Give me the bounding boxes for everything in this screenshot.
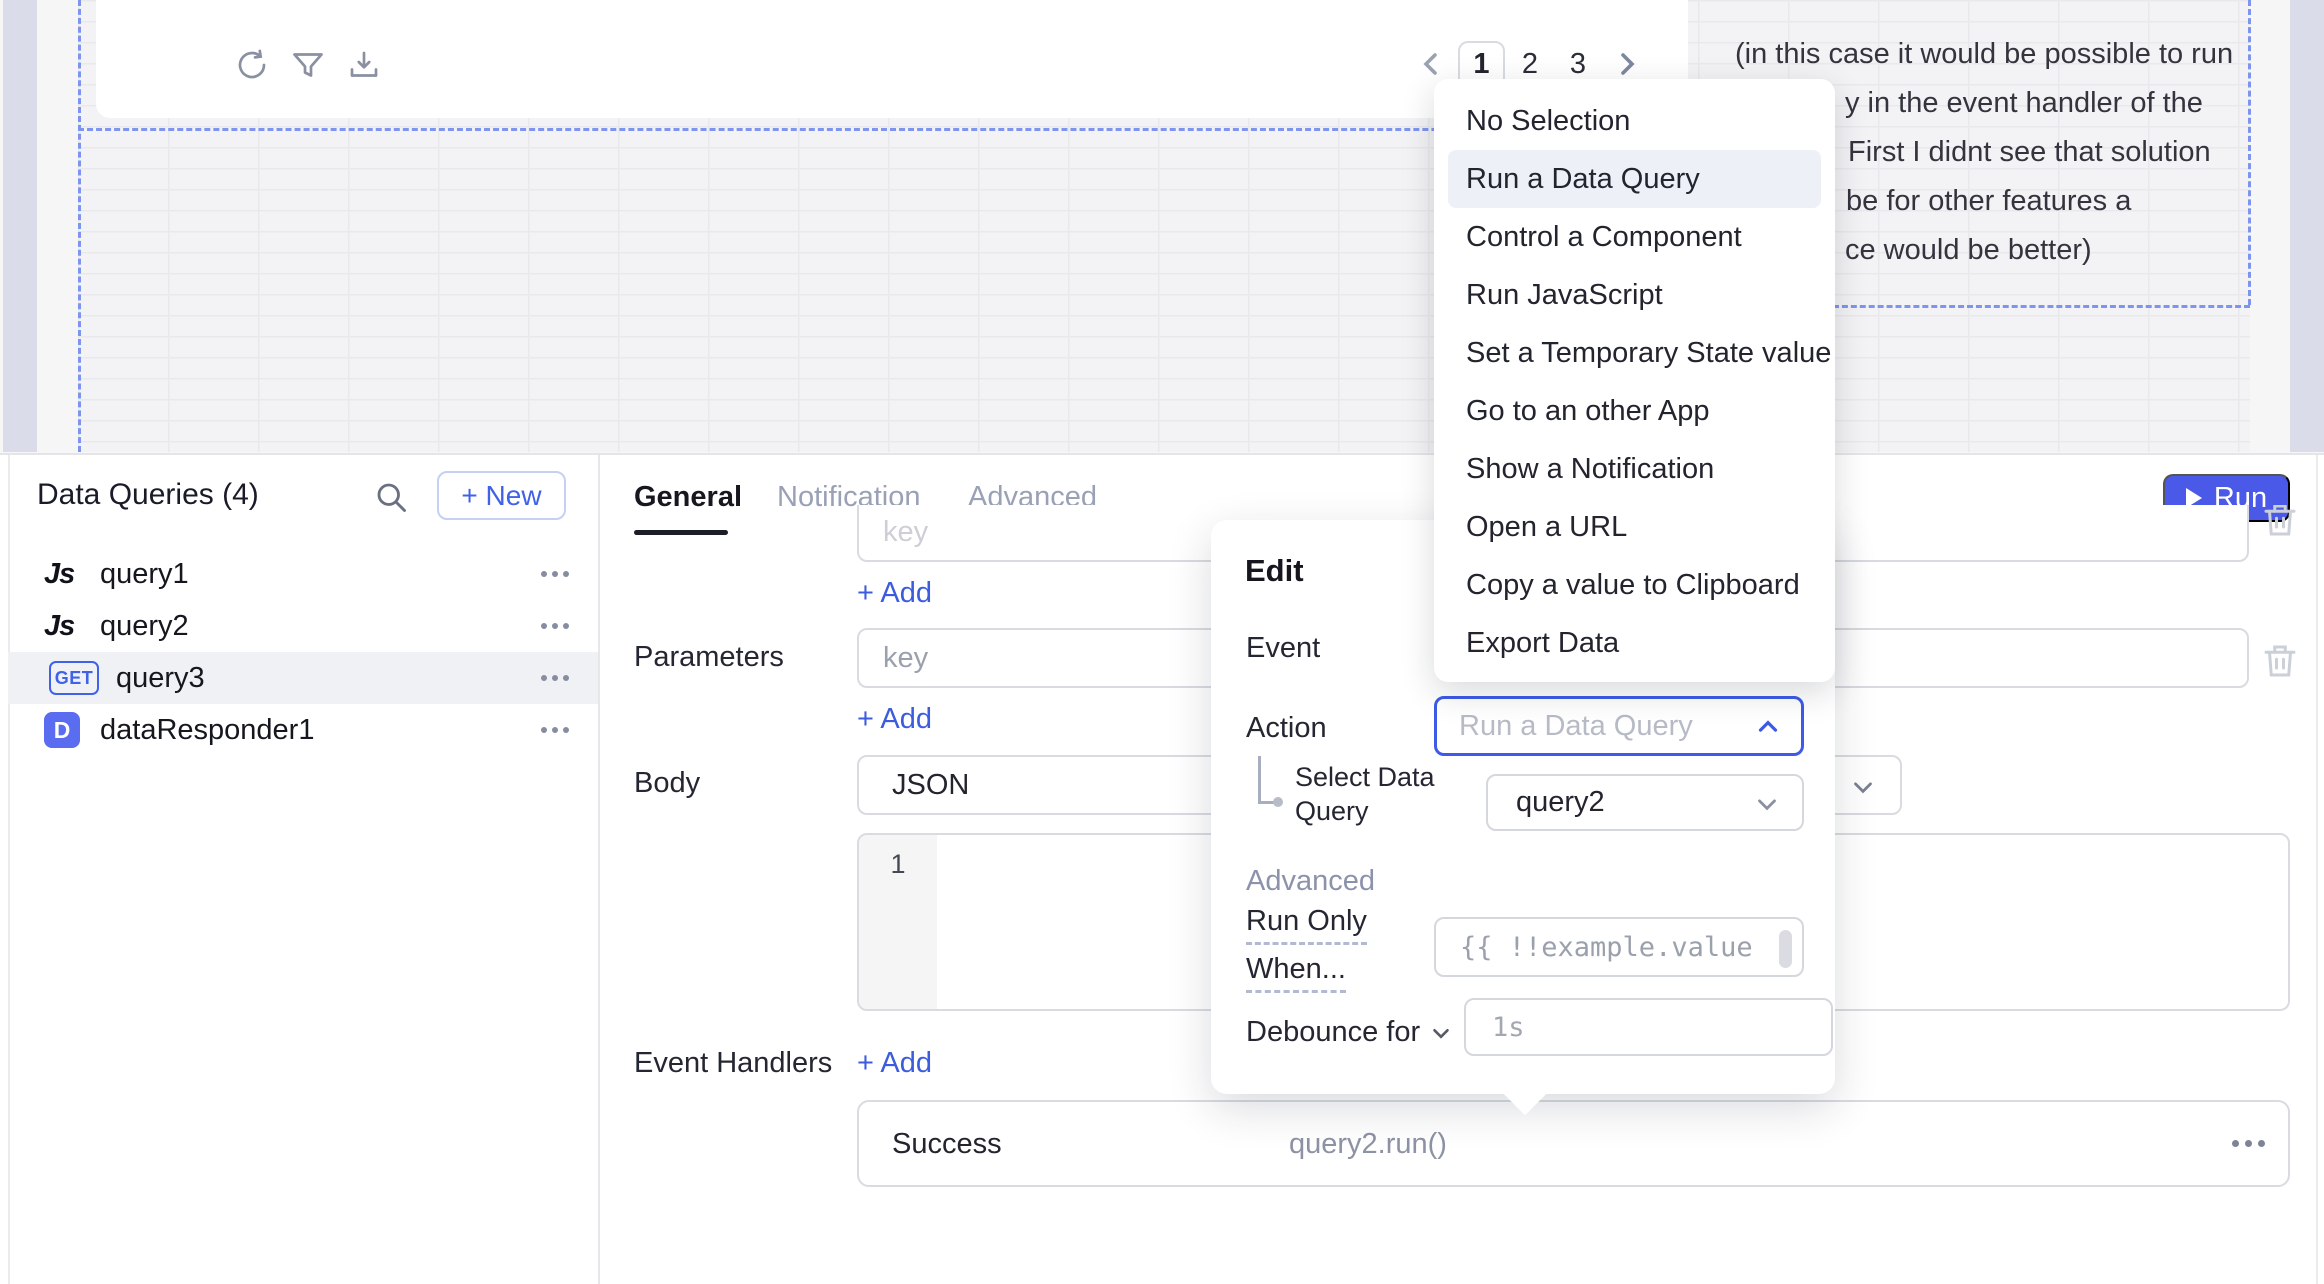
chevron-down-icon	[1848, 772, 1878, 802]
key-placeholder: key	[883, 642, 928, 675]
app-canvas: 1 2 3 (in this case it would be possible…	[0, 0, 2324, 455]
action-select-value: Run a Data Query	[1459, 710, 1693, 743]
sidebar-divider	[598, 455, 600, 1284]
filter-icon[interactable]	[290, 47, 326, 83]
note-text-line: (in this case it would be possible to ru…	[1735, 38, 2233, 71]
active-tab-underline	[634, 530, 728, 535]
expression-placeholder: {{ !!example.value	[1460, 932, 1753, 963]
menu-item-go-to-an-other-app[interactable]: Go to an other App	[1434, 382, 1835, 440]
event-handlers-label: Event Handlers	[634, 1047, 832, 1080]
chevron-down-icon	[1752, 789, 1782, 819]
note-text-line: y in the event handler of the	[1845, 87, 2203, 120]
search-icon[interactable]	[373, 479, 409, 515]
note-text-line: ce would be better)	[1845, 234, 2092, 267]
query-list-item-query2[interactable]: Js query2	[8, 600, 598, 652]
line-number: 1	[859, 849, 937, 880]
query-label: dataResponder1	[100, 714, 314, 747]
tree-elbow-icon	[1258, 756, 1261, 804]
select-data-query-label: Select Data Query	[1295, 760, 1435, 828]
kebab-menu-icon[interactable]	[541, 675, 569, 681]
menu-item-export-data[interactable]: Export Data	[1434, 614, 1835, 672]
parameters-label: Parameters	[634, 641, 784, 674]
action-dropdown-menu: No Selection Run a Data Query Control a …	[1434, 79, 1835, 682]
add-header-link[interactable]: + Add	[857, 577, 932, 610]
menu-item-control-a-component[interactable]: Control a Component	[1434, 208, 1835, 266]
data-query-select[interactable]: query2	[1486, 774, 1804, 831]
key-placeholder: key	[883, 516, 928, 549]
data-query-value: query2	[1516, 786, 1605, 819]
menu-item-run-a-data-query[interactable]: Run a Data Query	[1448, 150, 1821, 208]
menu-item-open-a-url[interactable]: Open a URL	[1434, 498, 1835, 556]
chevron-down-icon	[1428, 1020, 1454, 1046]
note-text-line: be for other features a	[1846, 185, 2131, 218]
event-label: Event	[1246, 632, 1320, 665]
add-parameter-link[interactable]: + Add	[857, 703, 932, 736]
delete-row-button[interactable]	[2255, 505, 2307, 551]
next-page-icon[interactable]	[1608, 46, 1644, 82]
advanced-section-label: Advanced	[1246, 865, 1375, 898]
query-list-item-dataresponder1[interactable]: D dataResponder1	[8, 704, 598, 756]
query-list-item-query3[interactable]: GET query3	[8, 652, 598, 704]
query-label: query1	[100, 558, 189, 591]
menu-item-run-javascript[interactable]: Run JavaScript	[1434, 266, 1835, 324]
panel-border-right	[2316, 455, 2318, 1284]
popup-title: Edit	[1245, 553, 1304, 589]
javascript-query-icon: Js	[44, 558, 74, 591]
delete-parameter-button[interactable]	[2259, 640, 2301, 682]
debounce-input[interactable]: 1s	[1464, 998, 1833, 1056]
menu-item-copy-a-value-to-clipboard[interactable]: Copy a value to Clipboard	[1434, 556, 1835, 614]
prev-page-icon[interactable]	[1414, 46, 1450, 82]
canvas-left-margin	[3, 0, 37, 452]
run-only-when-input[interactable]: {{ !!example.value	[1434, 917, 1804, 977]
add-event-handler-link[interactable]: + Add	[857, 1047, 932, 1080]
query-label: query3	[116, 662, 205, 695]
menu-item-set-a-temporary-state-value[interactable]: Set a Temporary State value	[1434, 324, 1835, 382]
data-queries-title: Data Queries (4)	[37, 478, 259, 512]
event-handler-row[interactable]: Success query2.run()	[857, 1100, 2290, 1187]
debounce-label[interactable]: Debounce for	[1246, 1016, 1454, 1049]
page-button-2[interactable]: 2	[1510, 48, 1550, 81]
input-scrollbar[interactable]	[1779, 930, 1792, 968]
action-label: Action	[1246, 712, 1327, 745]
download-icon[interactable]	[346, 47, 382, 83]
note-text-line: First I didnt see that solution	[1848, 136, 2211, 169]
action-select[interactable]: Run a Data Query	[1434, 696, 1804, 756]
javascript-query-icon: Js	[44, 610, 74, 643]
refresh-icon[interactable]	[234, 47, 270, 83]
menu-item-show-a-notification[interactable]: Show a Notification	[1434, 440, 1835, 498]
app-screen: 1 2 3 (in this case it would be possible…	[0, 0, 2324, 1284]
kebab-menu-icon[interactable]	[2232, 1140, 2265, 1147]
debounce-placeholder: 1s	[1492, 1012, 1525, 1043]
body-type-value: JSON	[892, 769, 969, 802]
menu-item-no-selection[interactable]: No Selection	[1434, 92, 1835, 150]
run-only-when-label: Run Only When...	[1246, 905, 1367, 993]
kebab-menu-icon[interactable]	[541, 571, 569, 577]
query-label: query2	[100, 610, 189, 643]
text-widget-selection-border-right	[2248, 0, 2251, 305]
kebab-menu-icon[interactable]	[541, 727, 569, 733]
handler-event: Success	[892, 1128, 1002, 1161]
handler-action: query2.run()	[1289, 1128, 1447, 1161]
kebab-menu-icon[interactable]	[541, 623, 569, 629]
dataresponder-icon: D	[44, 712, 80, 748]
query-list-item-query1[interactable]: Js query1	[8, 548, 598, 600]
canvas-right-margin	[2290, 0, 2324, 452]
chevron-up-icon	[1753, 712, 1783, 742]
new-query-button[interactable]: + New	[437, 471, 566, 520]
tab-general[interactable]: General	[634, 481, 742, 514]
table-widget-selection-border-left	[78, 0, 81, 452]
body-label: Body	[634, 767, 700, 800]
rest-get-badge: GET	[49, 661, 99, 695]
trash-icon	[2259, 505, 2301, 541]
page-button-3[interactable]: 3	[1558, 48, 1598, 81]
